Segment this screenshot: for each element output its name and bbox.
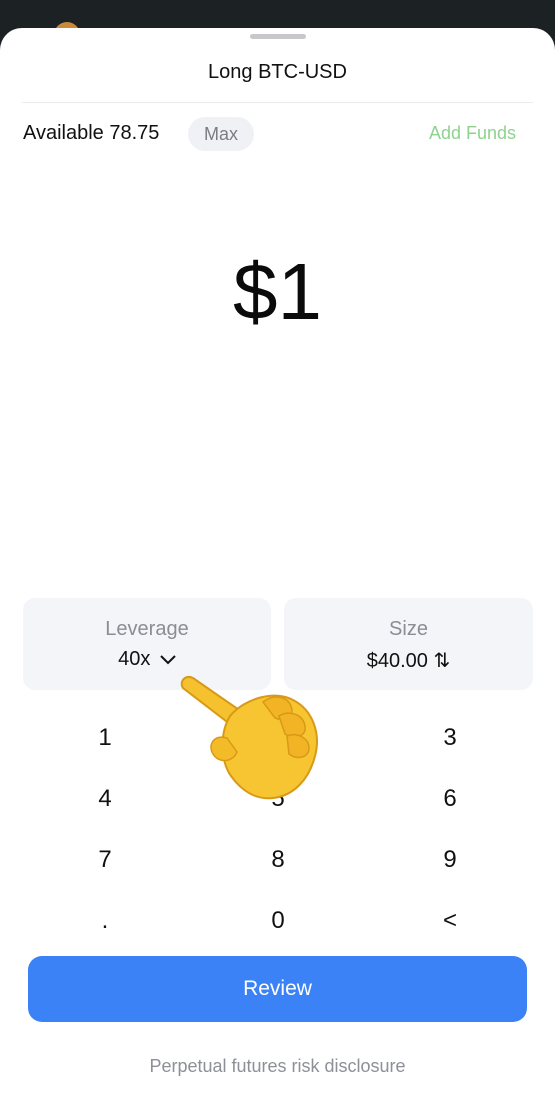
sheet-title: Long BTC-USD [208,61,347,83]
review-button[interactable]: Review [28,956,527,1022]
chevron-down-icon [160,648,176,671]
leverage-value: 40x [118,648,151,670]
order-sheet: Long BTC-USD Available 78.75 Max Add Fun… [0,28,555,1120]
risk-disclosure-link[interactable]: Perpetual futures risk disclosure [0,1056,555,1077]
pointing-hand-icon [175,668,335,818]
keypad-key-0[interactable]: 0 [218,896,338,946]
available-balance: Available 78.75 [23,122,160,144]
leverage-label: Leverage [105,618,189,640]
add-funds-link[interactable]: Add Funds [429,123,516,144]
keypad-key-9[interactable]: 9 [390,835,510,885]
header-divider [22,102,533,103]
max-button[interactable]: Max [188,117,254,151]
keypad-key-8[interactable]: 8 [218,835,338,885]
amount-display: $1 [233,247,322,336]
keypad-key-7[interactable]: 7 [45,835,165,885]
keypad-key-1[interactable]: 1 [45,713,165,763]
keypad-key-3[interactable]: 3 [390,713,510,763]
keypad-key-4[interactable]: 4 [45,774,165,824]
sheet-grabber[interactable] [250,34,306,39]
keypad-key-backspace[interactable]: < [390,896,510,946]
keypad-key-6[interactable]: 6 [390,774,510,824]
keypad-key-decimal[interactable]: . [45,896,165,946]
size-label: Size [389,618,428,640]
